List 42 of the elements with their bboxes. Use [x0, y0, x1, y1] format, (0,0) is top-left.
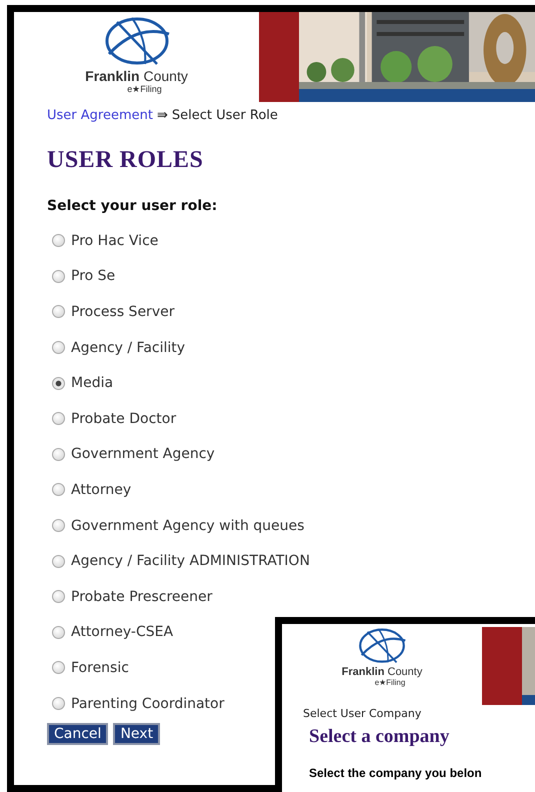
radio-button[interactable] [52, 554, 65, 568]
radio-button[interactable] [52, 270, 65, 283]
logo-subtitle: e★Filing [374, 678, 406, 687]
radio-button[interactable] [52, 483, 65, 496]
radio-button[interactable] [52, 519, 65, 532]
logo-subtitle: e★Filing [127, 84, 162, 94]
logo-text: Franklin County [342, 666, 422, 678]
breadcrumb-link[interactable]: User Agreement [47, 108, 153, 123]
radio-button[interactable] [52, 697, 65, 710]
role-label[interactable]: Attorney-CSEA [71, 624, 174, 640]
radio-button[interactable] [52, 590, 65, 604]
radio-button[interactable] [52, 376, 65, 390]
breadcrumb-separator: ⇛ [156, 108, 168, 123]
role-label[interactable]: Parenting Coordinator [71, 696, 224, 712]
role-label[interactable]: Forensic [71, 660, 129, 676]
role-label[interactable]: Agency / Facility [71, 340, 186, 356]
role-label[interactable]: Media [71, 375, 114, 392]
radio-button[interactable] [52, 341, 65, 354]
role-label[interactable]: Probate Prescreener [71, 588, 212, 605]
prompt-label: Select your user role: [47, 198, 218, 214]
radio-button[interactable] [52, 412, 65, 426]
radio-button[interactable] [52, 661, 65, 674]
cancel-button[interactable]: Cancel [47, 723, 108, 746]
page-title: Select a company [309, 726, 450, 748]
radio-button[interactable] [52, 234, 65, 248]
next-button[interactable]: Next [113, 723, 160, 746]
role-label[interactable]: Process Server [71, 304, 174, 320]
role-label[interactable]: Attorney [71, 482, 132, 498]
role-label[interactable]: Agency / Facility ADMINISTRATION [71, 553, 310, 570]
page-title: USER ROLES [47, 147, 204, 174]
role-label[interactable]: Pro Hac Vice [71, 232, 158, 249]
logo-text: Franklin County [85, 69, 188, 84]
role-label[interactable]: Government Agency [71, 446, 215, 462]
prompt-label: Select the company you belon [309, 766, 483, 780]
radio-button[interactable] [52, 305, 65, 318]
role-label[interactable]: Pro Se [71, 268, 116, 284]
radio-button[interactable] [52, 448, 65, 461]
breadcrumb-current: Select User Company [303, 707, 422, 720]
radio-button[interactable] [52, 626, 65, 639]
breadcrumb-current: Select User Role [172, 108, 278, 123]
role-label[interactable]: Probate Doctor [71, 410, 176, 427]
role-label[interactable]: Government Agency with queues [71, 518, 304, 534]
